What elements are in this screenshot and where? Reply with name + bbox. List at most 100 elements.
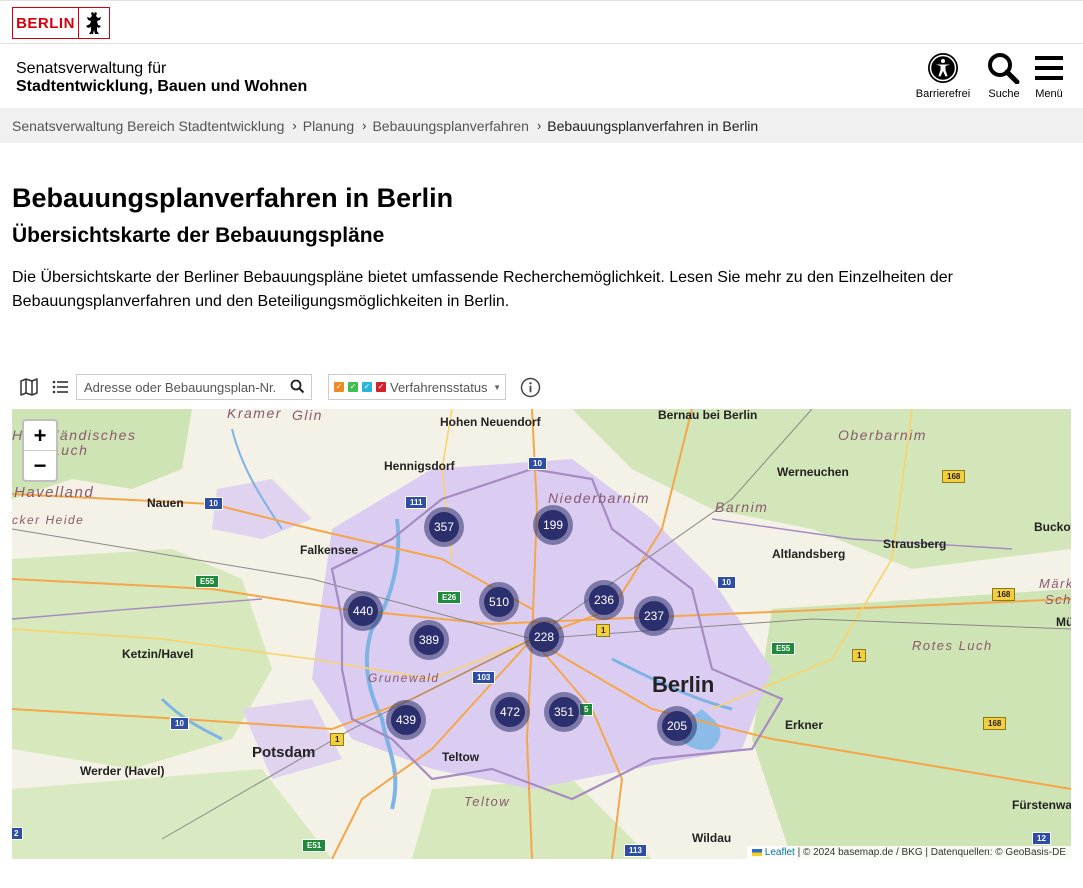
road-shield: 103	[472, 671, 496, 684]
procedure-status-label: Verfahrensstatus	[390, 379, 488, 395]
road-shield: 10	[170, 717, 189, 730]
place-label: Werneuchen	[777, 465, 849, 479]
region-label: Sch	[1045, 592, 1071, 607]
region-label: Teltow	[464, 794, 511, 809]
road-shield: 168	[992, 588, 1016, 601]
place-label: Nauen	[147, 496, 184, 510]
site-header: Senatsverwaltung für Stadtentwicklung, B…	[0, 44, 1083, 108]
place-label: Teltow	[442, 750, 480, 764]
accessibility-icon	[928, 53, 958, 83]
region-label: cker Heide	[12, 513, 85, 527]
place-label: Bernau bei Berlin	[658, 409, 758, 422]
road-shield: 1	[330, 733, 345, 746]
map-attribution: Leaflet | © 2024 basemap.de / BKG | Date…	[746, 846, 1071, 859]
place-label: Wildau	[692, 831, 732, 845]
breadcrumb: Senatsverwaltung Bereich Stadtentwicklun…	[0, 108, 1083, 143]
cluster-count: 237	[639, 601, 669, 631]
page-subtitle: Übersichtskarte der Bebauungspläne	[12, 224, 385, 247]
department-name-line1: Senatsverwaltung für	[16, 60, 167, 77]
procedure-status-dropdown[interactable]: ✓ ✓ ✓ ✓ Verfahrensstatus ▼	[328, 374, 506, 400]
road-shield: 168	[942, 470, 966, 483]
checkbox-icon: ✓	[348, 382, 358, 392]
marker-cluster[interactable]: 357	[424, 507, 464, 547]
checkbox-icon: ✓	[334, 382, 344, 392]
road-shield: 10	[528, 457, 547, 470]
region-label: Barnim	[715, 499, 769, 515]
road-shield: E51	[302, 839, 327, 852]
zoom-in-button[interactable]: +	[24, 421, 56, 451]
cluster-count: 236	[589, 585, 619, 615]
region-label: Niederbarnim	[548, 490, 651, 506]
road-shield: 113	[624, 844, 647, 857]
breadcrumb-item-stadtentwicklung[interactable]: Senatsverwaltung Bereich Stadtentwicklun…	[12, 118, 284, 134]
leaflet-link[interactable]: Leaflet	[765, 847, 795, 858]
place-label: Erkner	[785, 718, 824, 732]
region-label: Grunewald	[368, 671, 440, 685]
cluster-count: 510	[484, 587, 514, 617]
hamburger-menu-icon	[1035, 56, 1063, 80]
logo-text: BERLIN	[13, 8, 79, 38]
road-shield: 2	[12, 827, 24, 840]
page-title: Bebauungsplanverfahren in Berlin	[12, 183, 454, 213]
marker-cluster[interactable]: 236	[584, 580, 624, 620]
place-label: Buckow	[1034, 520, 1071, 534]
cluster-count: 472	[495, 697, 525, 727]
cluster-count: 205	[662, 711, 692, 741]
marker-cluster[interactable]: 205	[657, 706, 697, 746]
marker-cluster[interactable]: 199	[533, 505, 573, 545]
cluster-count: 439	[391, 705, 421, 735]
road-shield: 1	[596, 624, 611, 637]
checkbox-icon: ✓	[376, 382, 386, 392]
marker-cluster[interactable]: 472	[490, 692, 530, 732]
accessibility-button[interactable]: Barrierefrei	[912, 52, 974, 100]
place-label: Hennigsdorf	[384, 459, 455, 473]
place-label: Mü	[1056, 615, 1071, 629]
info-button[interactable]	[520, 377, 541, 403]
info-icon	[520, 377, 541, 398]
search-icon	[988, 53, 1020, 84]
region-label: Rotes Luch	[912, 638, 993, 653]
map-canvas[interactable]: Kramer Glin Oberbarnim Havelländisches L…	[12, 409, 1071, 859]
accessibility-label: Barrierefrei	[915, 88, 971, 100]
map-search-input[interactable]	[77, 375, 284, 399]
place-label: Werder (Havel)	[80, 764, 165, 778]
cluster-count: 199	[538, 510, 568, 540]
marker-cluster[interactable]: 440	[343, 591, 383, 631]
region-label: Havelland	[14, 484, 95, 501]
intro-text: Die Übersichtskarte der Berliner Bebauun…	[12, 269, 953, 310]
breadcrumb-item-planung[interactable]: Planung	[303, 118, 354, 134]
road-shield: E55	[195, 575, 220, 588]
place-label: Falkensee	[300, 543, 359, 557]
marker-cluster[interactable]: 389	[409, 620, 449, 660]
region-label: Märk	[1039, 576, 1071, 591]
checkbox-icon: ✓	[362, 382, 372, 392]
cluster-count: 357	[429, 512, 459, 542]
place-label: Strausberg	[883, 537, 947, 551]
caret-down-icon: ▼	[493, 383, 501, 392]
cluster-count: 351	[549, 697, 579, 727]
road-shield: E55	[771, 642, 796, 655]
road-shield: 10	[204, 497, 223, 510]
search-label: Suche	[988, 88, 1020, 100]
marker-cluster[interactable]: 510	[479, 582, 519, 622]
marker-cluster[interactable]: 439	[386, 700, 426, 740]
road-shield: 10	[717, 576, 736, 589]
marker-cluster[interactable]: 351	[544, 692, 584, 732]
marker-cluster[interactable]: 237	[634, 596, 674, 636]
breadcrumb-item-bebauungsplanverfahren[interactable]: Bebauungsplanverfahren	[372, 118, 528, 134]
map-view-button[interactable]	[19, 377, 39, 397]
road-shield: 111	[405, 496, 428, 509]
cluster-count: 228	[529, 622, 559, 652]
menu-button[interactable]: Menü	[1018, 52, 1080, 100]
marker-cluster[interactable]: 228	[524, 617, 564, 657]
berlin-bear-icon	[79, 8, 109, 38]
region-label: Oberbarnim	[838, 427, 927, 443]
berlin-logo[interactable]: BERLIN	[12, 7, 110, 39]
road-shield: 168	[983, 717, 1007, 730]
zoom-out-button[interactable]: −	[24, 451, 56, 480]
map-search-box	[76, 374, 312, 400]
list-view-button[interactable]	[51, 377, 71, 397]
attribution-text: | © 2024 basemap.de / BKG | Datenquellen…	[797, 847, 1066, 858]
search-icon[interactable]	[290, 379, 305, 399]
top-bar: BERLIN	[0, 0, 1083, 44]
